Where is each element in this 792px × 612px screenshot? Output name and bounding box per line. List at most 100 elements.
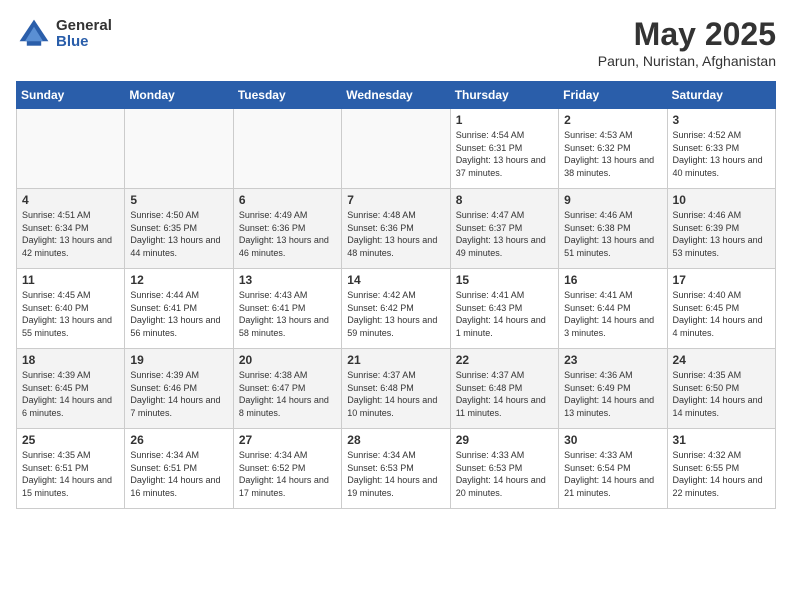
calendar-table: SundayMondayTuesdayWednesdayThursdayFrid…	[16, 81, 776, 509]
calendar-cell: 13 Sunrise: 4:43 AM Sunset: 6:41 PM Dayli…	[233, 269, 341, 349]
calendar-cell: 20 Sunrise: 4:38 AM Sunset: 6:47 PM Dayli…	[233, 349, 341, 429]
day-detail: Sunrise: 4:34 AM Sunset: 6:52 PM Dayligh…	[239, 449, 336, 499]
day-number: 25	[22, 433, 119, 447]
calendar-cell: 17 Sunrise: 4:40 AM Sunset: 6:45 PM Dayli…	[667, 269, 775, 349]
day-detail: Sunrise: 4:34 AM Sunset: 6:53 PM Dayligh…	[347, 449, 444, 499]
day-detail: Sunrise: 4:37 AM Sunset: 6:48 PM Dayligh…	[456, 369, 553, 419]
day-detail: Sunrise: 4:48 AM Sunset: 6:36 PM Dayligh…	[347, 209, 444, 259]
day-detail: Sunrise: 4:35 AM Sunset: 6:51 PM Dayligh…	[22, 449, 119, 499]
logo-text: General Blue	[56, 18, 112, 51]
day-detail: Sunrise: 4:35 AM Sunset: 6:50 PM Dayligh…	[673, 369, 770, 419]
day-detail: Sunrise: 4:34 AM Sunset: 6:51 PM Dayligh…	[130, 449, 227, 499]
calendar-cell: 8Sunrise: 4:47 AM Sunset: 6:37 PM Daylig…	[450, 189, 558, 269]
calendar-cell: 14 Sunrise: 4:42 AM Sunset: 6:42 PM Dayli…	[342, 269, 450, 349]
calendar-cell	[342, 109, 450, 189]
day-number: 16	[564, 273, 661, 287]
calendar-cell: 11 Sunrise: 4:45 AM Sunset: 6:40 PM Dayli…	[17, 269, 125, 349]
day-detail: Sunrise: 4:42 AM Sunset: 6:42 PM Dayligh…	[347, 289, 444, 339]
day-detail: Sunrise: 4:52 AM Sunset: 6:33 PM Dayligh…	[673, 129, 770, 179]
day-number: 11	[22, 273, 119, 287]
day-detail: Sunrise: 4:50 AM Sunset: 6:35 PM Dayligh…	[130, 209, 227, 259]
day-detail: Sunrise: 4:45 AM Sunset: 6:40 PM Dayligh…	[22, 289, 119, 339]
calendar-cell: 28 Sunrise: 4:34 AM Sunset: 6:53 PM Dayli…	[342, 429, 450, 509]
calendar-cell: 9 Sunrise: 4:46 AM Sunset: 6:38 PM Daylig…	[559, 189, 667, 269]
calendar-cell	[125, 109, 233, 189]
calendar-body: 1 Sunrise: 4:54 AM Sunset: 6:31 PM Daylig…	[17, 109, 776, 509]
calendar-header: SundayMondayTuesdayWednesdayThursdayFrid…	[17, 82, 776, 109]
day-detail: Sunrise: 4:37 AM Sunset: 6:48 PM Dayligh…	[347, 369, 444, 419]
day-detail: Sunrise: 4:44 AM Sunset: 6:41 PM Dayligh…	[130, 289, 227, 339]
calendar-cell	[233, 109, 341, 189]
calendar-cell: 18Sunrise: 4:39 AM Sunset: 6:45 PM Dayli…	[17, 349, 125, 429]
day-number: 10	[673, 193, 770, 207]
day-detail: Sunrise: 4:40 AM Sunset: 6:45 PM Dayligh…	[673, 289, 770, 339]
day-number: 26	[130, 433, 227, 447]
day-number: 29	[456, 433, 553, 447]
header-cell: Saturday	[667, 82, 775, 109]
calendar-row: 25 Sunrise: 4:35 AM Sunset: 6:51 PM Dayli…	[17, 429, 776, 509]
header-cell: Sunday	[17, 82, 125, 109]
calendar-cell: 23 Sunrise: 4:36 AM Sunset: 6:49 PM Dayli…	[559, 349, 667, 429]
calendar-cell: 22 Sunrise: 4:37 AM Sunset: 6:48 PM Dayli…	[450, 349, 558, 429]
calendar-cell: 12 Sunrise: 4:44 AM Sunset: 6:41 PM Dayli…	[125, 269, 233, 349]
logo-blue: Blue	[56, 34, 112, 51]
title-block: May 2025 Parun, Nuristan, Afghanistan	[598, 16, 776, 69]
calendar-cell: 19Sunrise: 4:39 AM Sunset: 6:46 PM Dayli…	[125, 349, 233, 429]
day-number: 15	[456, 273, 553, 287]
day-detail: Sunrise: 4:54 AM Sunset: 6:31 PM Dayligh…	[456, 129, 553, 179]
day-detail: Sunrise: 4:46 AM Sunset: 6:38 PM Dayligh…	[564, 209, 661, 259]
calendar-cell: 29Sunrise: 4:33 AM Sunset: 6:53 PM Dayli…	[450, 429, 558, 509]
day-detail: Sunrise: 4:47 AM Sunset: 6:37 PM Dayligh…	[456, 209, 553, 259]
calendar-row: 1 Sunrise: 4:54 AM Sunset: 6:31 PM Daylig…	[17, 109, 776, 189]
day-number: 12	[130, 273, 227, 287]
day-detail: Sunrise: 4:39 AM Sunset: 6:45 PM Dayligh…	[22, 369, 119, 419]
day-number: 22	[456, 353, 553, 367]
logo: General Blue	[16, 16, 112, 52]
day-number: 4	[22, 193, 119, 207]
calendar-cell: 3 Sunrise: 4:52 AM Sunset: 6:33 PM Daylig…	[667, 109, 775, 189]
header-row: SundayMondayTuesdayWednesdayThursdayFrid…	[17, 82, 776, 109]
day-detail: Sunrise: 4:49 AM Sunset: 6:36 PM Dayligh…	[239, 209, 336, 259]
day-number: 2	[564, 113, 661, 127]
day-number: 24	[673, 353, 770, 367]
day-number: 1	[456, 113, 553, 127]
calendar-cell: 21Sunrise: 4:37 AM Sunset: 6:48 PM Dayli…	[342, 349, 450, 429]
day-number: 3	[673, 113, 770, 127]
main-title: May 2025	[598, 16, 776, 53]
calendar-row: 18Sunrise: 4:39 AM Sunset: 6:45 PM Dayli…	[17, 349, 776, 429]
logo-icon	[16, 16, 52, 52]
day-number: 5	[130, 193, 227, 207]
logo-general: General	[56, 18, 112, 35]
calendar-cell: 4Sunrise: 4:51 AM Sunset: 6:34 PM Daylig…	[17, 189, 125, 269]
day-number: 23	[564, 353, 661, 367]
day-number: 9	[564, 193, 661, 207]
day-number: 14	[347, 273, 444, 287]
day-detail: Sunrise: 4:53 AM Sunset: 6:32 PM Dayligh…	[564, 129, 661, 179]
day-number: 28	[347, 433, 444, 447]
day-detail: Sunrise: 4:33 AM Sunset: 6:54 PM Dayligh…	[564, 449, 661, 499]
day-detail: Sunrise: 4:46 AM Sunset: 6:39 PM Dayligh…	[673, 209, 770, 259]
header-cell: Tuesday	[233, 82, 341, 109]
subtitle: Parun, Nuristan, Afghanistan	[598, 53, 776, 69]
day-number: 20	[239, 353, 336, 367]
day-number: 7	[347, 193, 444, 207]
calendar-cell: 10 Sunrise: 4:46 AM Sunset: 6:39 PM Dayli…	[667, 189, 775, 269]
calendar-cell: 27Sunrise: 4:34 AM Sunset: 6:52 PM Dayli…	[233, 429, 341, 509]
day-detail: Sunrise: 4:41 AM Sunset: 6:43 PM Dayligh…	[456, 289, 553, 339]
day-number: 17	[673, 273, 770, 287]
calendar-cell: 16 Sunrise: 4:41 AM Sunset: 6:44 PM Dayli…	[559, 269, 667, 349]
day-detail: Sunrise: 4:41 AM Sunset: 6:44 PM Dayligh…	[564, 289, 661, 339]
day-detail: Sunrise: 4:32 AM Sunset: 6:55 PM Dayligh…	[673, 449, 770, 499]
day-number: 13	[239, 273, 336, 287]
calendar-cell: 6Sunrise: 4:49 AM Sunset: 6:36 PM Daylig…	[233, 189, 341, 269]
day-detail: Sunrise: 4:36 AM Sunset: 6:49 PM Dayligh…	[564, 369, 661, 419]
day-detail: Sunrise: 4:38 AM Sunset: 6:47 PM Dayligh…	[239, 369, 336, 419]
calendar-cell: 26 Sunrise: 4:34 AM Sunset: 6:51 PM Dayli…	[125, 429, 233, 509]
day-detail: Sunrise: 4:43 AM Sunset: 6:41 PM Dayligh…	[239, 289, 336, 339]
calendar-cell: 5 Sunrise: 4:50 AM Sunset: 6:35 PM Daylig…	[125, 189, 233, 269]
page-header: General Blue May 2025 Parun, Nuristan, A…	[16, 16, 776, 69]
calendar-cell: 1 Sunrise: 4:54 AM Sunset: 6:31 PM Daylig…	[450, 109, 558, 189]
day-number: 30	[564, 433, 661, 447]
calendar-cell: 2 Sunrise: 4:53 AM Sunset: 6:32 PM Daylig…	[559, 109, 667, 189]
header-cell: Wednesday	[342, 82, 450, 109]
